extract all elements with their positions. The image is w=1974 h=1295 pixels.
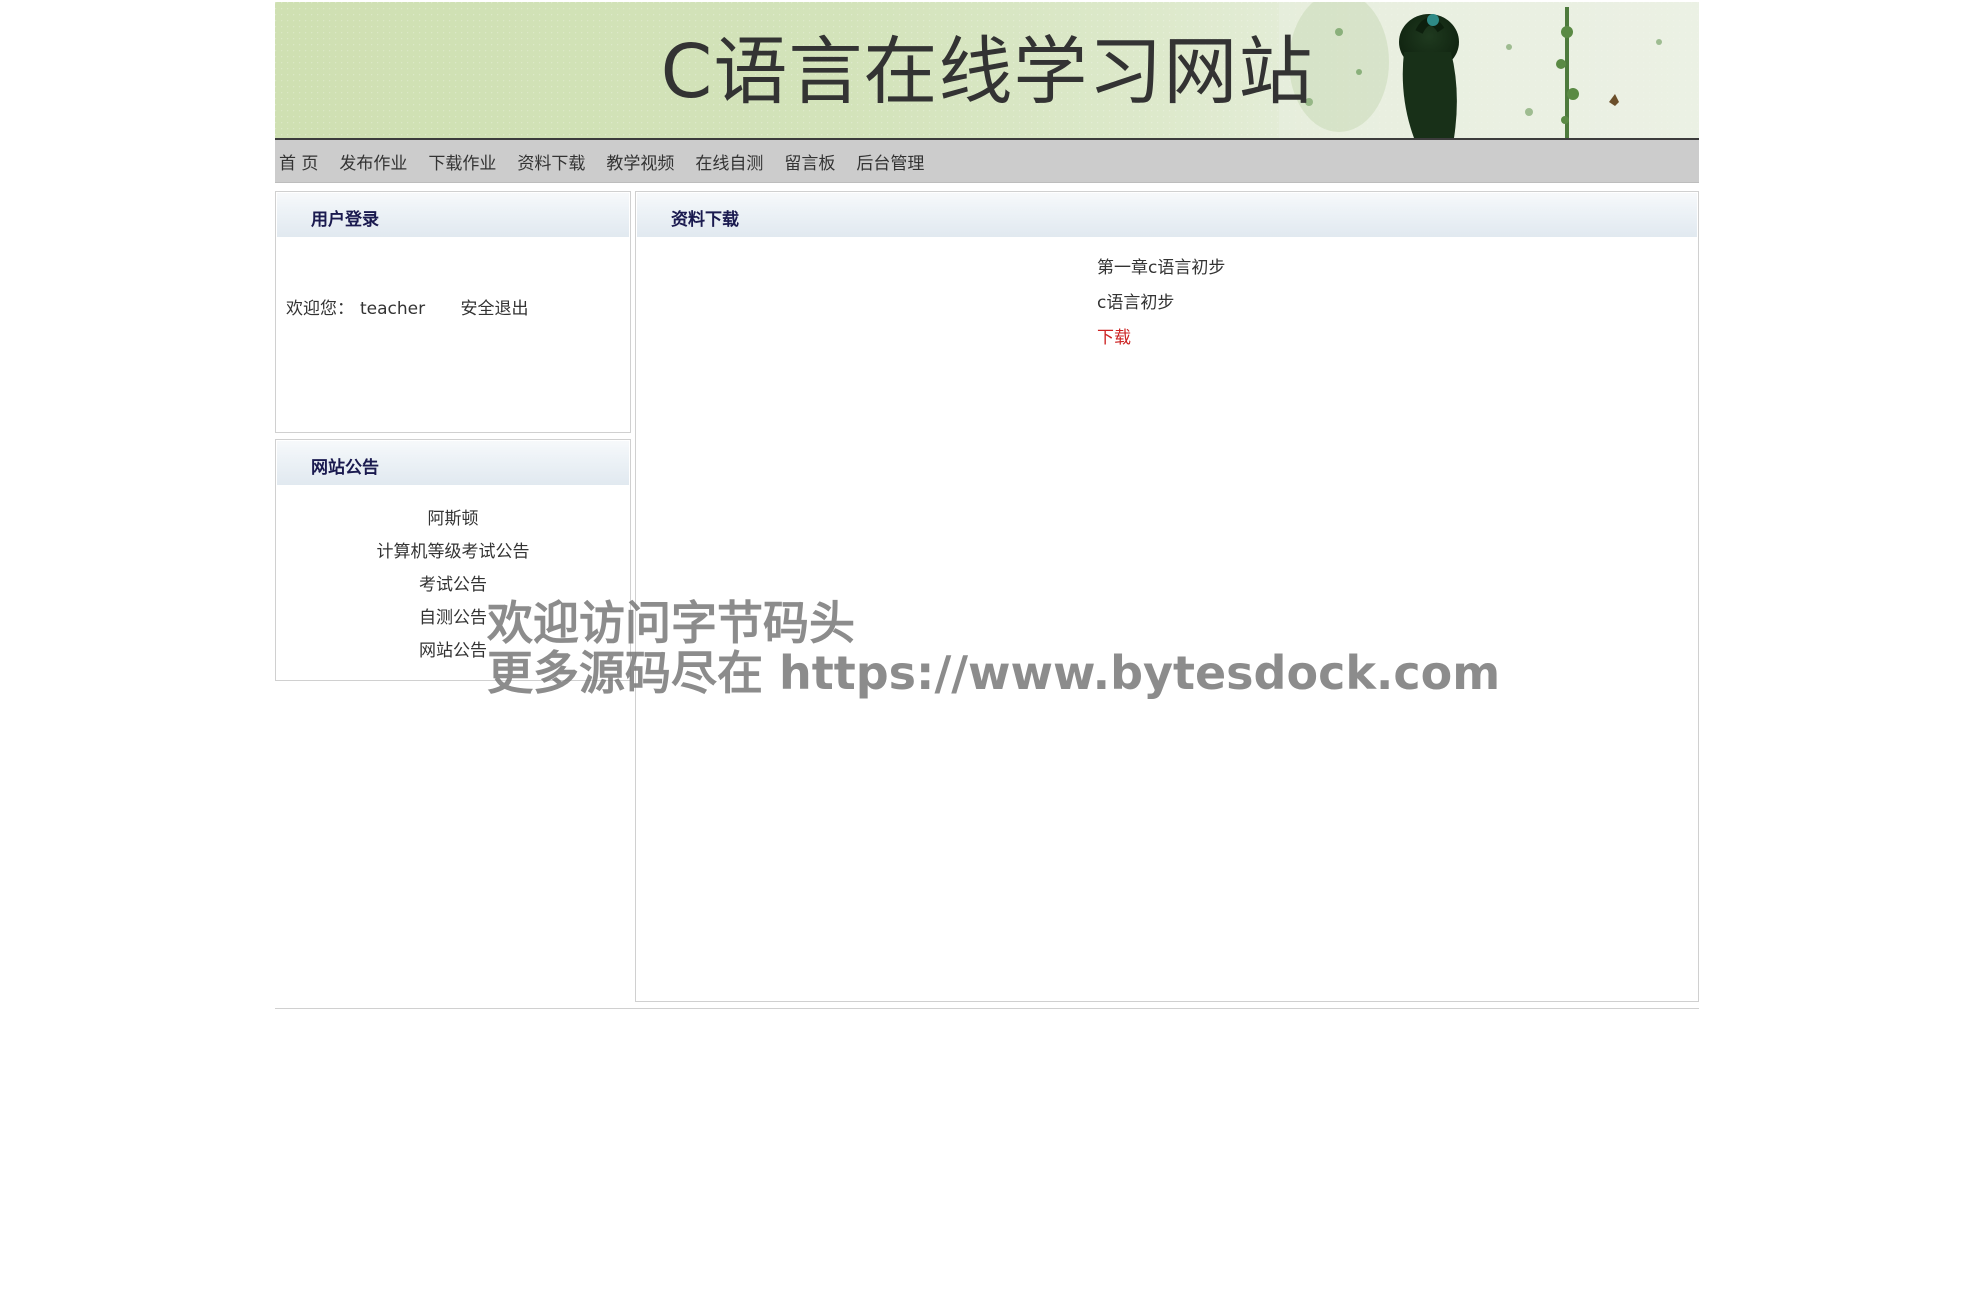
nav-item-home[interactable]: 首 页 xyxy=(279,149,318,174)
login-panel: 用户登录 欢迎您： teacher 安全退出 xyxy=(275,191,631,433)
nav-item-publish-homework[interactable]: 发布作业 xyxy=(339,149,407,174)
notice-panel: 网站公告 阿斯顿 计算机等级考试公告 考试公告 自测公告 网站公告 xyxy=(275,439,631,681)
username: teacher xyxy=(360,299,426,319)
resource-description: c语言初步 xyxy=(1097,293,1175,313)
resource-title: 第一章c语言初步 xyxy=(1097,258,1226,278)
nav-item-download-homework[interactable]: 下载作业 xyxy=(428,149,496,174)
footer-divider xyxy=(275,1008,1699,1009)
login-panel-title: 用户登录 xyxy=(311,210,379,230)
notice-item[interactable]: 网站公告 xyxy=(276,635,630,668)
notice-item[interactable]: 计算机等级考试公告 xyxy=(276,536,630,569)
notice-item[interactable]: 自测公告 xyxy=(276,602,630,635)
welcome-row: 欢迎您： teacher 安全退出 xyxy=(286,294,529,319)
site-title: C语言在线学习网站 xyxy=(660,29,1314,115)
nav-item-admin[interactable]: 后台管理 xyxy=(856,149,924,174)
login-panel-header: 用户登录 xyxy=(277,193,629,237)
page-wrapper: C语言在线学习网站 首 页 发布作业 下载作业 资料下载 教学视频 在线自测 留… xyxy=(275,2,1699,1009)
welcome-label: 欢迎您： xyxy=(286,299,354,319)
resource-item: 第一章c语言初步 c语言初步 下载 xyxy=(1097,251,1225,356)
notice-item[interactable]: 考试公告 xyxy=(276,569,630,602)
logout-link[interactable]: 安全退出 xyxy=(461,299,529,319)
nav-item-message-board[interactable]: 留言板 xyxy=(784,149,835,174)
site-banner: C语言在线学习网站 xyxy=(275,2,1699,140)
notice-list: 阿斯顿 计算机等级考试公告 考试公告 自测公告 网站公告 xyxy=(276,503,630,668)
content-panel: 资料下载 第一章c语言初步 c语言初步 下载 xyxy=(635,191,1699,1002)
nav-item-resource-download[interactable]: 资料下载 xyxy=(517,149,585,174)
nav-item-teaching-video[interactable]: 教学视频 xyxy=(606,149,674,174)
content-panel-title: 资料下载 xyxy=(671,210,739,230)
notice-panel-title: 网站公告 xyxy=(311,458,379,478)
download-link[interactable]: 下载 xyxy=(1097,321,1225,356)
notice-item[interactable]: 阿斯顿 xyxy=(276,503,630,536)
main-nav: 首 页 发布作业 下载作业 资料下载 教学视频 在线自测 留言板 后台管理 xyxy=(275,140,1699,183)
content-panel-header: 资料下载 xyxy=(637,193,1697,237)
nav-item-online-test[interactable]: 在线自测 xyxy=(695,149,763,174)
notice-panel-header: 网站公告 xyxy=(277,441,629,485)
